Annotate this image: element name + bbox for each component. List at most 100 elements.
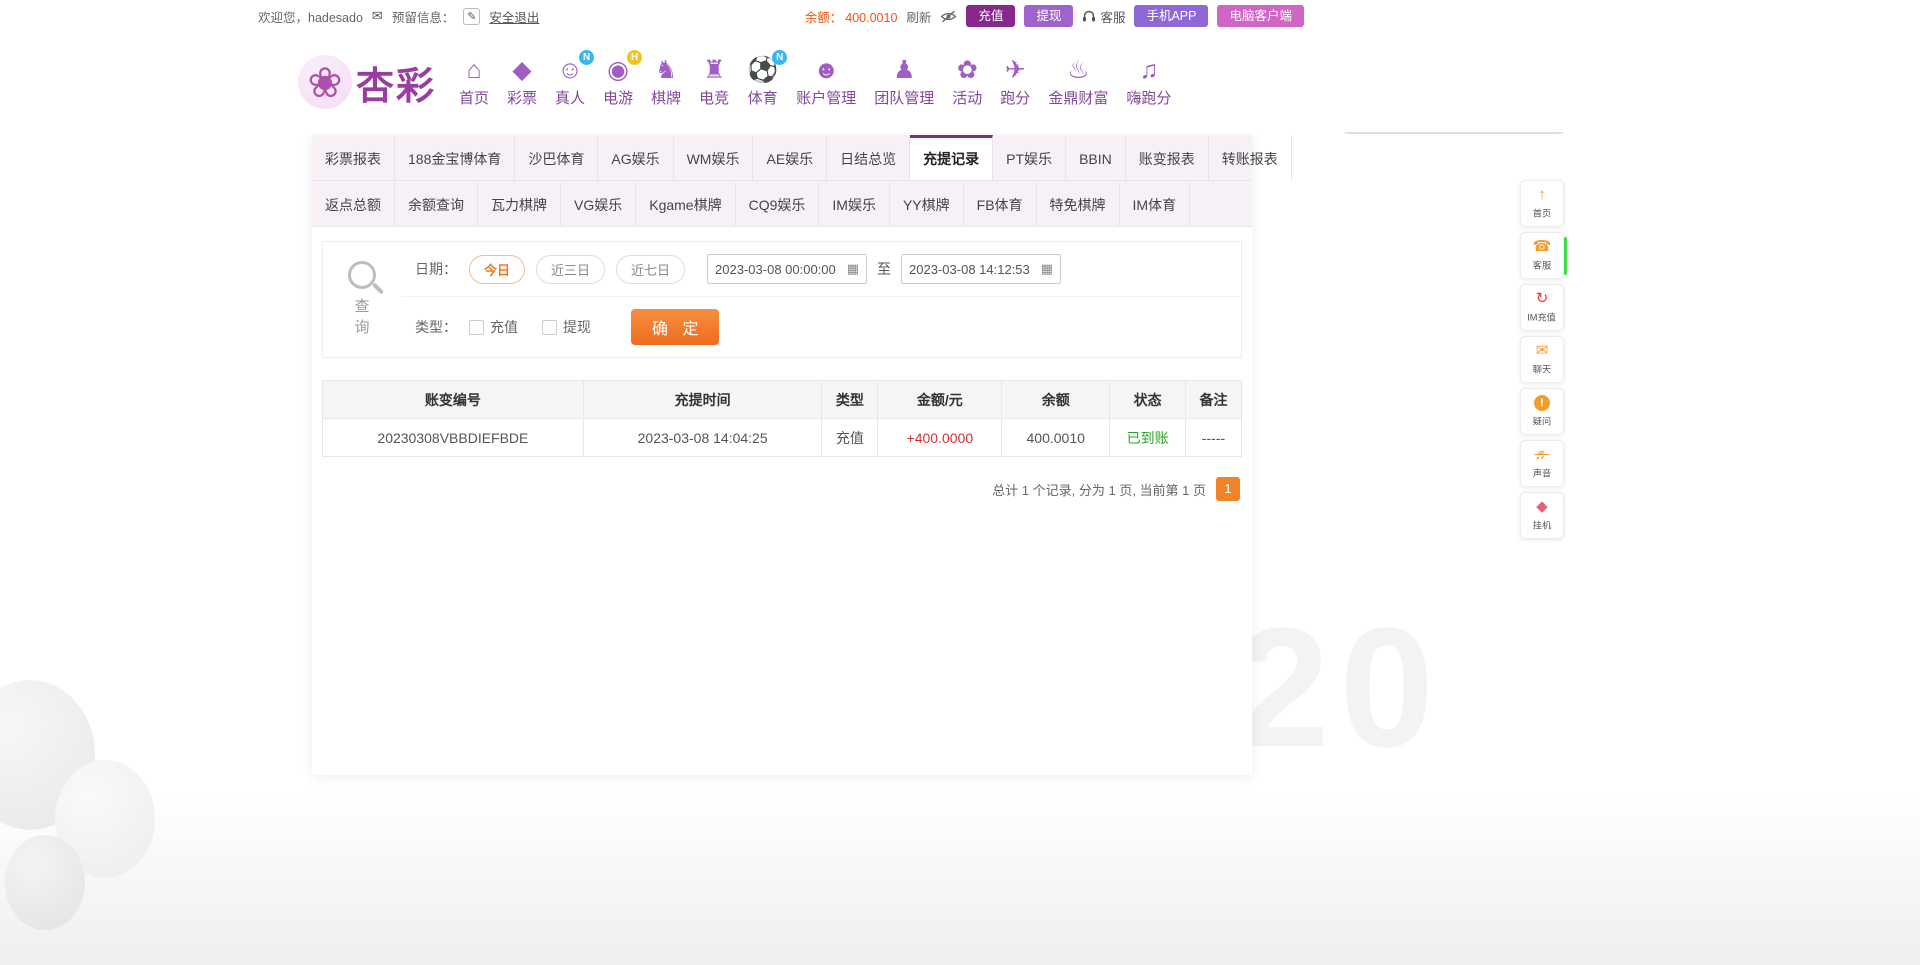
tab-item[interactable]: IM体育 xyxy=(1120,181,1191,226)
new-badge: N xyxy=(772,50,787,65)
table-header-row: 账变编号 充提时间 类型 金额/元 余额 状态 备注 xyxy=(323,381,1242,419)
tab-item[interactable]: IM娱乐 xyxy=(819,181,890,226)
date-from-input[interactable] xyxy=(715,262,840,277)
welcome-text: 欢迎您，hadesado xyxy=(258,7,363,26)
withdraw-checkbox[interactable] xyxy=(542,320,557,335)
date-from-field[interactable]: ▦ xyxy=(707,254,867,284)
tab-item[interactable]: AE娱乐 xyxy=(753,135,827,180)
site-logo[interactable]: ❀ 杏彩 xyxy=(298,55,436,110)
nav-item-account[interactable]: ☻ 账户管理 xyxy=(787,56,865,108)
refresh-circle-icon: ↻ xyxy=(1536,291,1549,307)
tab-item[interactable]: AG娱乐 xyxy=(598,135,673,180)
deposit-checkbox[interactable] xyxy=(469,320,484,335)
tab-item[interactable]: YY棋牌 xyxy=(890,181,964,226)
nav-item-team[interactable]: ♟ 团队管理 xyxy=(865,56,943,108)
mobile-app-button[interactable]: 手机APP xyxy=(1134,5,1208,27)
nav-item-paofen[interactable]: ✈ 跑分 xyxy=(991,56,1039,108)
tab-item[interactable]: BBIN xyxy=(1066,135,1126,180)
quick-range-today[interactable]: 今日 xyxy=(469,255,525,284)
tab-item[interactable]: 返点总额 xyxy=(312,181,395,226)
team-management-icon: ♟ xyxy=(893,56,915,84)
faint-number-decoration: 20 xyxy=(1235,590,1444,786)
nav-item-sports[interactable]: N ⚽ 体育 xyxy=(738,56,787,108)
tab-item[interactable]: 日结总览 xyxy=(827,135,910,180)
reserved-info-label: 预留信息： xyxy=(392,7,455,26)
col-header-balance: 余额 xyxy=(1002,381,1110,419)
paofen-icon: ✈ xyxy=(1005,56,1026,84)
side-service-button[interactable]: ☎ 客服 xyxy=(1520,232,1564,279)
col-header-transaction-id: 账变编号 xyxy=(323,381,584,419)
nav-item-activity[interactable]: ✿ 活动 xyxy=(943,56,991,108)
diamond-icon: ◆ xyxy=(1536,499,1548,515)
tab-item[interactable]: 特免棋牌 xyxy=(1037,181,1120,226)
tab-item[interactable]: 余额查询 xyxy=(395,181,478,226)
tab-deposit-withdrawal-records[interactable]: 充提记录 xyxy=(910,135,993,180)
tab-item[interactable]: CQ9娱乐 xyxy=(736,181,820,226)
nav-item-chess[interactable]: ♞ 棋牌 xyxy=(642,56,690,108)
pc-client-button[interactable]: 电脑客户端 xyxy=(1217,5,1304,27)
calendar-icon[interactable]: ▦ xyxy=(847,261,859,277)
withdraw-button[interactable]: 提现 xyxy=(1024,5,1073,27)
side-home-button[interactable]: ↑ 首页 xyxy=(1520,180,1564,227)
deposit-button[interactable]: 充值 xyxy=(966,5,1015,27)
cell-remark: ----- xyxy=(1186,419,1242,457)
col-header-time: 充提时间 xyxy=(583,381,822,419)
logout-link[interactable]: 安全退出 xyxy=(489,7,539,26)
cell-type: 充值 xyxy=(822,419,878,457)
tab-item[interactable]: 转账报表 xyxy=(1209,135,1292,180)
up-arrow-icon: ↑ xyxy=(1538,187,1546,203)
side-im-recharge-button[interactable]: ↻ IM充值 xyxy=(1520,284,1564,331)
confirm-button[interactable]: 确 定 xyxy=(631,309,719,345)
tab-item[interactable]: PT娱乐 xyxy=(993,135,1066,180)
nav-item-home[interactable]: ⌂ 首页 xyxy=(450,56,498,108)
tab-item[interactable]: 188金宝博体育 xyxy=(395,135,515,180)
cell-status: 已到账 xyxy=(1110,419,1186,457)
message-envelope-icon[interactable]: ✉ xyxy=(372,8,383,24)
side-chat-button[interactable]: ✉ 聊天 xyxy=(1520,336,1564,383)
query-side-label: 查询 xyxy=(323,242,401,357)
table-row: 20230308VBBDIEFBDE 2023-03-08 14:04:25 充… xyxy=(323,419,1242,457)
new-badge: N xyxy=(579,50,594,65)
quick-range-7days[interactable]: 近七日 xyxy=(616,255,685,284)
date-to-input[interactable] xyxy=(909,262,1034,277)
cell-time: 2023-03-08 14:04:25 xyxy=(583,419,822,457)
logo-text: 杏彩 xyxy=(356,55,436,110)
side-idle-button[interactable]: ◆ 挂机 xyxy=(1520,492,1564,539)
tab-item[interactable]: 沙巴体育 xyxy=(515,135,598,180)
nav-item-wealth[interactable]: ♨ 金鼎财富 xyxy=(1039,56,1117,108)
calendar-icon[interactable]: ▦ xyxy=(1041,261,1053,277)
type-label: 类型： xyxy=(415,317,457,337)
tab-item[interactable]: FB体育 xyxy=(964,181,1037,226)
esports-icon: ♜ xyxy=(703,56,725,84)
magnifier-icon xyxy=(348,261,376,289)
tab-item[interactable]: 账变报表 xyxy=(1126,135,1209,180)
side-sound-button[interactable]: ♬ 声音 xyxy=(1520,440,1564,487)
type-withdraw-option[interactable]: 提现 xyxy=(542,317,591,337)
edit-reserved-icon[interactable]: ✎ xyxy=(463,8,480,25)
nav-item-egames[interactable]: H ◉ 电游 xyxy=(594,56,642,108)
topbar: 欢迎您，hadesado ✉ 预留信息： ✎ 安全退出 余额：400.0010 … xyxy=(0,0,1920,32)
balance-value: 400.0010 xyxy=(845,11,897,25)
sound-muted-icon: ♬ xyxy=(1535,447,1550,463)
col-header-amount: 金额/元 xyxy=(878,381,1002,419)
tab-item[interactable]: Kgame棋牌 xyxy=(636,181,735,226)
type-deposit-option[interactable]: 充值 xyxy=(469,317,518,337)
hide-balance-icon[interactable] xyxy=(940,10,957,23)
nav-item-esports[interactable]: ♜ 电竞 xyxy=(690,56,738,108)
page-1-button[interactable]: 1 xyxy=(1216,477,1240,501)
customer-service-link[interactable]: 客服 xyxy=(1082,7,1125,26)
customer-service-label: 客服 xyxy=(1100,7,1125,26)
side-question-button[interactable]: ! 疑问 xyxy=(1520,388,1564,435)
cell-balance: 400.0010 xyxy=(1002,419,1110,457)
refresh-balance-link[interactable]: 刷新 xyxy=(906,7,931,26)
date-to-field[interactable]: ▦ xyxy=(901,254,1061,284)
tab-item[interactable]: WM娱乐 xyxy=(674,135,754,180)
tab-item[interactable]: 彩票报表 xyxy=(312,135,395,180)
tab-item[interactable]: 瓦力棋牌 xyxy=(478,181,561,226)
nav-item-lottery[interactable]: ◆ 彩票 xyxy=(498,56,546,108)
tab-item[interactable]: VG娱乐 xyxy=(561,181,636,226)
golden-wealth-icon: ♨ xyxy=(1067,56,1089,84)
nav-item-hipaofen[interactable]: ♫ 嗨跑分 xyxy=(1117,56,1180,108)
quick-range-3days[interactable]: 近三日 xyxy=(536,255,605,284)
nav-item-live[interactable]: N ☺ 真人 xyxy=(546,56,594,108)
